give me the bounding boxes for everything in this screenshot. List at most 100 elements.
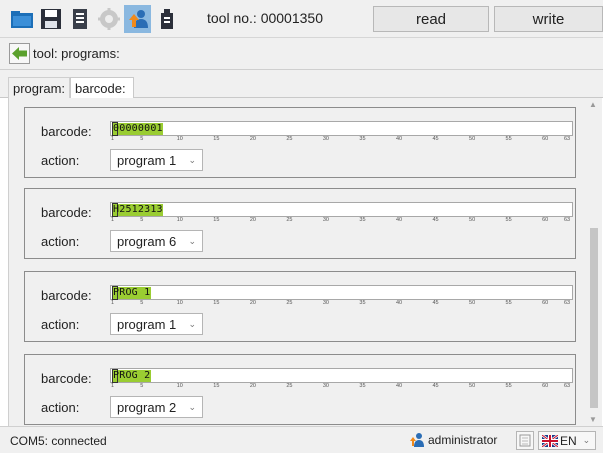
tab-bar: program: barcode: — [0, 70, 603, 99]
tool-number: tool no.: 00001350 — [207, 10, 323, 26]
connection-status: COM5: connected — [10, 434, 107, 448]
barcode-value: 00000001 — [113, 123, 163, 134]
open-folder-icon[interactable] — [8, 5, 35, 33]
chevron-down-icon: ⌄ — [188, 402, 196, 412]
usb-device-icon[interactable] — [153, 5, 180, 33]
user-icon — [410, 433, 424, 447]
ruler-tick: 10 — [176, 300, 183, 306]
ruler-tick: 5 — [140, 383, 144, 389]
action-select[interactable]: program 1 ⌄ — [110, 313, 203, 335]
ruler-tick: 10 — [176, 136, 183, 142]
barcode-field[interactable]: H2512313 1 5 10 15 20 25 30 35 40 45 50 55 60 63 — [110, 202, 573, 228]
barcode-value: PROG 1 — [113, 287, 151, 298]
barcode-entry: barcode: PROG 1 1 5 10 15 20 25 30 35 40 45 50 55 60… — [24, 271, 576, 342]
chevron-down-icon: ⌄ — [582, 435, 591, 445]
chevron-down-icon: ⌄ — [188, 155, 196, 165]
ruler-tick: 60 — [542, 300, 549, 306]
barcode-label: barcode: — [41, 205, 92, 220]
barcode-input[interactable]: PROG 2 — [110, 368, 573, 383]
barcode-field[interactable]: PROG 2 1 5 10 15 20 25 30 35 40 45 50 55 60 63 — [110, 368, 573, 394]
action-select[interactable]: program 6 ⌄ — [110, 230, 203, 252]
ruler-tick: 20 — [249, 300, 256, 306]
ruler-tick: 60 — [542, 217, 549, 223]
uk-flag-icon — [542, 434, 558, 447]
ruler-tick: 1 — [111, 383, 115, 389]
action-value: program 1 — [117, 153, 177, 168]
ruler-tick: 55 — [505, 300, 512, 306]
status-bar: COM5: connected administrator EN ⌄ — [0, 426, 603, 453]
barcode-input[interactable]: 00000001 — [110, 121, 573, 136]
ruler-tick: 35 — [359, 383, 366, 389]
action-label: action: — [41, 400, 80, 415]
ruler-tick: 25 — [286, 136, 293, 142]
character-ruler: 1 5 10 15 20 25 30 35 40 45 50 55 60 63 — [110, 300, 573, 311]
ruler-tick: 45 — [432, 300, 439, 306]
ruler-tick: 50 — [469, 300, 476, 306]
ruler-tick: 1 — [111, 136, 115, 142]
ruler-tick: 30 — [322, 300, 329, 306]
ruler-tick: 45 — [432, 217, 439, 223]
printer-icon[interactable] — [66, 5, 93, 33]
tab-barcode[interactable]: barcode: — [70, 77, 134, 99]
ruler-tick: 30 — [322, 217, 329, 223]
tab-program[interactable]: program: — [8, 77, 71, 99]
ruler-tick: 63 — [564, 300, 571, 306]
action-value: program 1 — [117, 317, 177, 332]
action-value: program 2 — [117, 400, 177, 415]
ruler-tick: 1 — [111, 300, 115, 306]
back-button[interactable] — [9, 43, 30, 64]
barcode-entry: barcode: H2512313 1 5 10 15 20 25 30 35 40 45 50 55… — [24, 188, 576, 259]
barcode-field[interactable]: 00000001 1 5 10 15 20 25 30 35 40 45 50 55 60 63 — [110, 121, 573, 147]
ruler-tick: 40 — [395, 300, 403, 306]
action-label: action: — [41, 234, 80, 249]
settings-gear-icon[interactable] — [95, 5, 122, 33]
barcode-entry: barcode: PROG 2 1 5 10 15 20 25 30 35 40 45 50 55 60… — [24, 354, 576, 425]
ruler-tick: 30 — [322, 136, 329, 142]
character-ruler: 1 5 10 15 20 25 30 35 40 45 50 55 60 63 — [110, 383, 573, 394]
ruler-tick: 40 — [395, 383, 403, 389]
ruler-tick: 60 — [542, 383, 549, 389]
save-icon[interactable] — [37, 5, 64, 33]
action-select[interactable]: program 2 ⌄ — [110, 396, 203, 418]
barcode-input[interactable]: PROG 1 — [110, 285, 573, 300]
ruler-tick: 63 — [564, 217, 571, 223]
scroll-down-icon[interactable]: ▼ — [589, 415, 597, 424]
vertical-scrollbar[interactable]: ▲ ▼ — [586, 98, 602, 426]
language-select[interactable]: EN ⌄ — [538, 431, 596, 450]
ruler-tick: 15 — [213, 217, 220, 223]
ruler-tick: 55 — [505, 383, 512, 389]
notes-icon — [519, 434, 531, 447]
ruler-tick: 55 — [505, 217, 512, 223]
ruler-tick: 5 — [140, 136, 144, 142]
ruler-tick: 25 — [286, 217, 293, 223]
ruler-tick: 15 — [213, 300, 220, 306]
ruler-tick: 50 — [469, 383, 476, 389]
chevron-down-icon: ⌄ — [188, 236, 196, 246]
user-indicator[interactable]: administrator — [409, 432, 497, 448]
notes-button[interactable] — [516, 431, 534, 450]
ruler-tick: 50 — [469, 217, 476, 223]
ruler-tick: 35 — [359, 136, 366, 142]
ruler-tick: 30 — [322, 383, 329, 389]
barcode-input[interactable]: H2512313 — [110, 202, 573, 217]
character-ruler: 1 5 10 15 20 25 30 35 40 45 50 55 60 63 — [110, 217, 573, 228]
write-button[interactable]: write — [494, 6, 603, 32]
barcode-label: barcode: — [41, 124, 92, 139]
character-ruler: 1 5 10 15 20 25 30 35 40 45 50 55 60 63 — [110, 136, 573, 147]
toolbar: tool no.: 00001350 read write — [0, 0, 603, 38]
scroll-up-icon[interactable]: ▲ — [589, 100, 597, 109]
ruler-tick: 45 — [432, 136, 439, 142]
scroll-thumb[interactable] — [590, 228, 598, 408]
barcode-label: barcode: — [41, 288, 92, 303]
read-button[interactable]: read — [373, 6, 489, 32]
barcode-list: barcode: 00000001 1 5 10 15 20 25 30 35 40 45 50 55… — [8, 98, 594, 426]
ruler-tick: 63 — [564, 136, 571, 142]
ruler-tick: 40 — [395, 217, 403, 223]
barcode-field[interactable]: PROG 1 1 5 10 15 20 25 30 35 40 45 50 55 60 63 — [110, 285, 573, 311]
ruler-tick: 35 — [359, 217, 366, 223]
ruler-tick: 5 — [140, 217, 144, 223]
ruler-tick: 25 — [286, 383, 293, 389]
user-upload-icon[interactable] — [124, 5, 151, 33]
ruler-tick: 20 — [249, 136, 256, 142]
action-select[interactable]: program 1 ⌄ — [110, 149, 203, 171]
